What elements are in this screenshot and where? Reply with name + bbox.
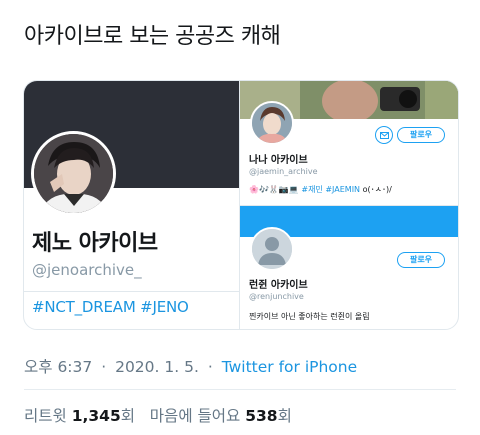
profile-name: 나나 아카이브 — [249, 155, 308, 166]
attached-image[interactable]: 제노 아카이브 @jenoarchive_ #NCT_DREAM #JENO 팔… — [23, 80, 459, 330]
likes-count[interactable]: 538 — [245, 407, 277, 425]
retweets-count[interactable]: 1,345 — [72, 407, 121, 425]
tweet-stats: 리트윗 1,345회 마음에 들어요 538회 — [24, 404, 292, 426]
likes-label[interactable]: 마음에 들어요 — [150, 407, 241, 425]
profile-name: 런쥔 아카이브 — [249, 280, 308, 291]
bio-hashtag[interactable]: #재민 — [301, 185, 322, 194]
tweet-source[interactable]: Twitter for iPhone — [222, 358, 357, 376]
message-button[interactable] — [375, 126, 393, 144]
profile-name: 제노 아카이브 — [32, 231, 158, 256]
likes-unit: 회 — [277, 407, 292, 425]
profile-bio: 🌸🎶🐰📷💻 #재민 #JAEMIN o(･ㅅ･)/ — [249, 184, 392, 195]
bio-text: o(･ㅅ･)/ — [362, 185, 392, 194]
tweet-meta: 오후 6:37 · 2020. 1. 5. · Twitter for iPho… — [24, 355, 357, 377]
avatar[interactable] — [250, 101, 294, 145]
profile-handle: @jenoarchive_ — [32, 261, 142, 279]
separator: · — [101, 358, 107, 376]
separator: · — [207, 358, 213, 376]
bio-emoji: 🌸🎶🐰📷💻 — [249, 185, 299, 194]
avatar[interactable] — [250, 227, 294, 271]
tweet-time[interactable]: 오후 6:37 — [24, 358, 92, 376]
avatar[interactable] — [31, 131, 116, 216]
follow-button[interactable]: 팔로우 — [397, 252, 445, 268]
profile-handle: @jaemin_archive — [249, 167, 318, 176]
tweet-date[interactable]: 2020. 1. 5. — [115, 358, 199, 376]
envelope-icon — [379, 131, 389, 139]
profile-card-jaemin[interactable]: 팔로우 나나 아카이브 @jaemin_archive 🌸🎶🐰📷💻 #재민 #J… — [240, 81, 458, 206]
divider — [24, 389, 456, 390]
follow-button[interactable]: 팔로우 — [397, 127, 445, 143]
retweets-unit: 회 — [120, 407, 136, 425]
retweets-label[interactable]: 리트윗 — [24, 407, 67, 425]
profile-bio: 찐카이브 아닌 좋아하는 런쥔이 올림 — [249, 312, 370, 321]
profile-card-jeno[interactable]: 제노 아카이브 @jenoarchive_ #NCT_DREAM #JENO — [24, 81, 240, 329]
profile-card-renjun[interactable]: 팔로우 런쥔 아카이브 @renjunchive 찐카이브 아닌 좋아하는 런쥔… — [240, 206, 458, 329]
divider — [24, 291, 239, 292]
profile-handle: @renjunchive — [249, 292, 304, 301]
hashtags[interactable]: #NCT_DREAM #JENO — [32, 298, 189, 316]
default-avatar-icon — [252, 229, 292, 269]
tweet-text: 아카이브로 보는 공공즈 캐해 — [24, 24, 281, 49]
bio-hashtag[interactable]: #JAEMIN — [325, 185, 360, 194]
